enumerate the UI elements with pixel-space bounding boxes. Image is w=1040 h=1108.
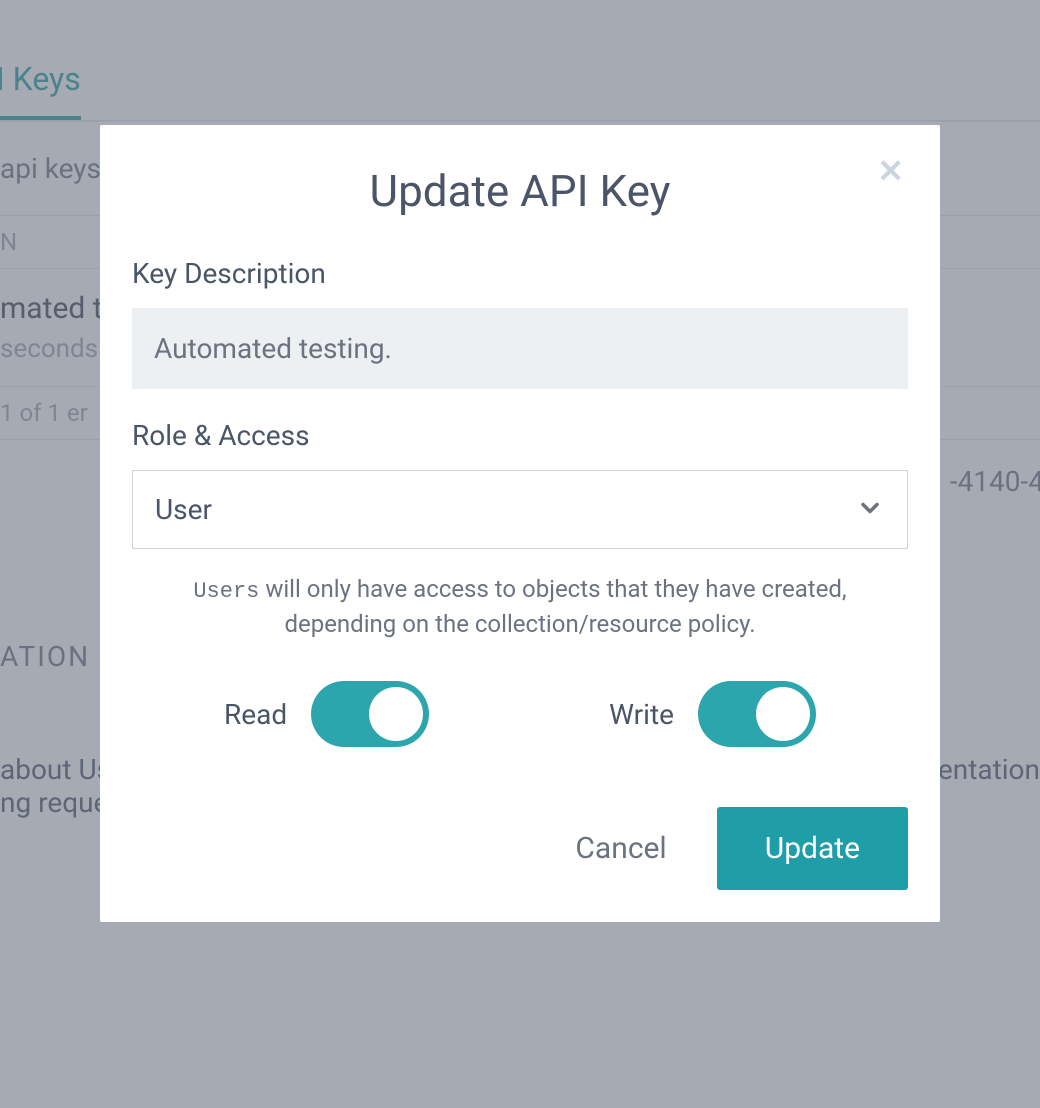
cancel-button[interactable]: Cancel [565,811,676,886]
write-label: Write [609,698,674,731]
role-access-label: Role & Access [132,419,908,452]
key-description-input[interactable] [132,308,908,389]
key-description-label: Key Description [132,257,908,290]
permissions-toggles: Read Write [132,681,908,747]
read-permission-group: Read [224,681,429,747]
write-toggle[interactable] [698,681,816,747]
role-select[interactable]: User [132,470,908,549]
read-toggle[interactable] [311,681,429,747]
read-label: Read [224,698,287,731]
modal-actions: Cancel Update [132,807,908,890]
update-api-key-modal: ✕ Update API Key Key Description Role & … [100,125,940,922]
update-button[interactable]: Update [717,807,908,890]
role-helper-text: Users will only have access to objects t… [132,573,908,641]
close-icon[interactable]: ✕ [877,155,904,187]
write-permission-group: Write [609,681,816,747]
modal-title: Update API Key [132,165,908,217]
modal-overlay: ✕ Update API Key Key Description Role & … [0,0,1040,1108]
